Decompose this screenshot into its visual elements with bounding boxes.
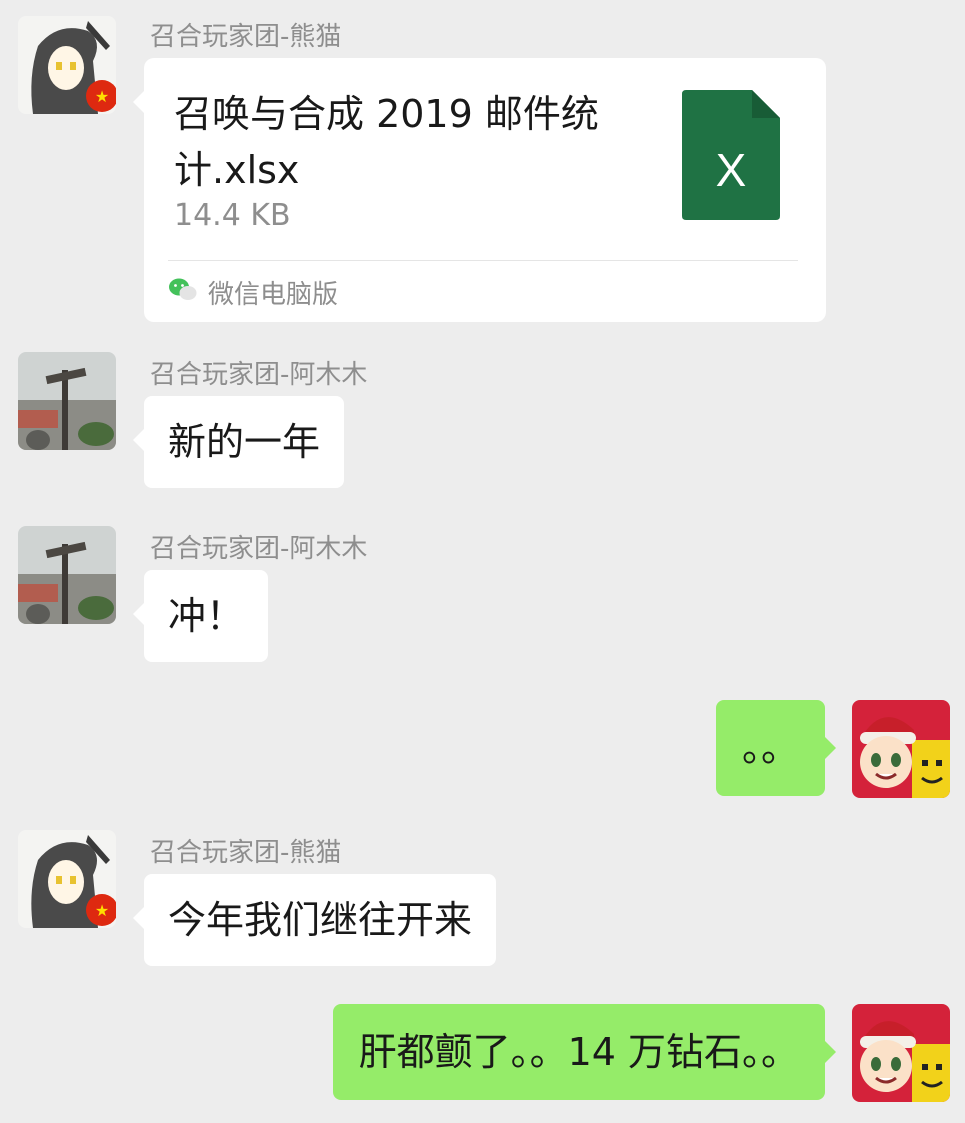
wechat-icon [168, 277, 198, 307]
excel-icon: X [682, 90, 780, 220]
message-bubble[interactable]: 今年我们继往开来 [132, 874, 497, 966]
source-row: 微信电脑版 [168, 272, 338, 312]
file-name: 召唤与合成 2019 邮件统计.xlsx [174, 92, 599, 192]
message-bubble[interactable]: 新的一年 [132, 396, 345, 488]
sender-name: 召合玩家团-阿木木 [150, 534, 368, 564]
divider [168, 260, 798, 261]
avatar-amumu[interactable] [18, 526, 116, 624]
chat-view: ★ 召合玩家团-熊猫 召唤与合成 2019 邮件统计.xlsx 14.4 KB … [0, 0, 965, 1123]
message-bubble-outgoing[interactable]: 。。 [715, 700, 837, 796]
message-bubble-outgoing[interactable]: 肝都颤了。。14 万钻石。。 [332, 1004, 837, 1100]
sender-name: 召合玩家团-熊猫 [150, 22, 342, 52]
sender-name: 召合玩家团-阿木木 [150, 360, 368, 390]
message-bubble[interactable]: 冲！ [132, 570, 269, 662]
file-size: 14.4 KB [174, 198, 291, 233]
avatar-self[interactable] [852, 1004, 950, 1102]
avatar-amumu[interactable] [18, 352, 116, 450]
avatar-self[interactable] [852, 700, 950, 798]
avatar-panda[interactable]: ★ [18, 830, 116, 928]
file-message-card[interactable]: 召唤与合成 2019 邮件统计.xlsx 14.4 KB X 微信电脑版 [133, 58, 826, 322]
sender-name: 召合玩家团-熊猫 [150, 838, 342, 868]
source-label: 微信电脑版 [208, 279, 339, 310]
svg-text:★: ★ [95, 87, 109, 106]
avatar-panda[interactable]: ★ [18, 16, 116, 114]
svg-text:★: ★ [95, 901, 109, 920]
excel-icon-letter: X [716, 144, 747, 196]
